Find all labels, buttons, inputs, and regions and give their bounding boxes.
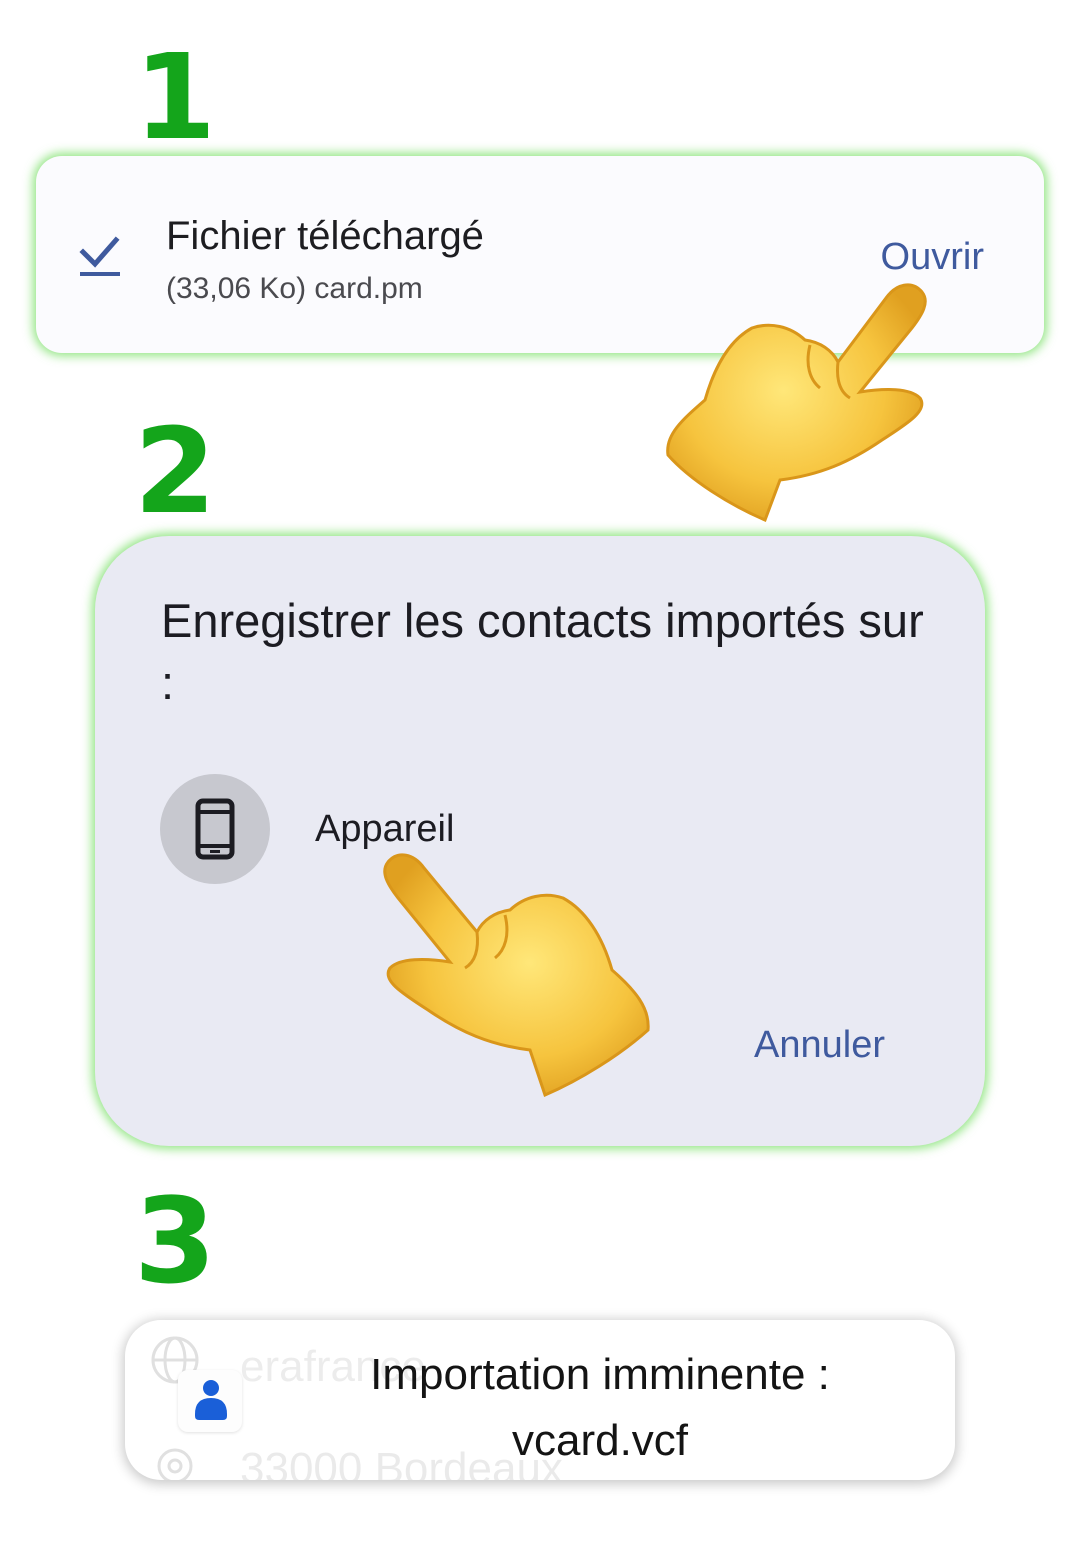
step-number-2: 2 xyxy=(134,402,217,540)
device-option-label: Appareil xyxy=(315,808,455,850)
dialog-title: Enregistrer les contacts importés sur : xyxy=(161,594,924,709)
step-number-3: 3 xyxy=(134,1172,217,1310)
device-icon-circle xyxy=(160,774,270,884)
cancel-button[interactable]: Annuler xyxy=(754,1024,885,1067)
device-option[interactable]: Appareil xyxy=(160,774,660,884)
location-pin-icon xyxy=(157,1448,193,1480)
download-notification: Fichier téléchargé (33,06 Ko) card.pm Ou… xyxy=(36,156,1044,353)
open-button[interactable]: Ouvrir xyxy=(881,236,984,279)
toast-line-2: vcard.vcf xyxy=(511,1416,689,1465)
import-dialog: Enregistrer les contacts importés sur : … xyxy=(95,536,985,1146)
contacts-app-icon xyxy=(178,1370,242,1432)
smartphone-icon xyxy=(195,798,235,860)
step-number-1: 1 xyxy=(134,28,217,166)
toast-line-1: Importation imminente : xyxy=(370,1350,830,1399)
import-toast: erafrance 33000 Bordeaux Importation imm… xyxy=(125,1320,955,1480)
toast-message: Importation imminente : vcard.vcf xyxy=(285,1342,915,1474)
download-done-icon xyxy=(79,236,120,276)
notification-title: Fichier téléchargé xyxy=(166,214,484,258)
notification-subtitle: (33,06 Ko) card.pm xyxy=(166,272,423,305)
